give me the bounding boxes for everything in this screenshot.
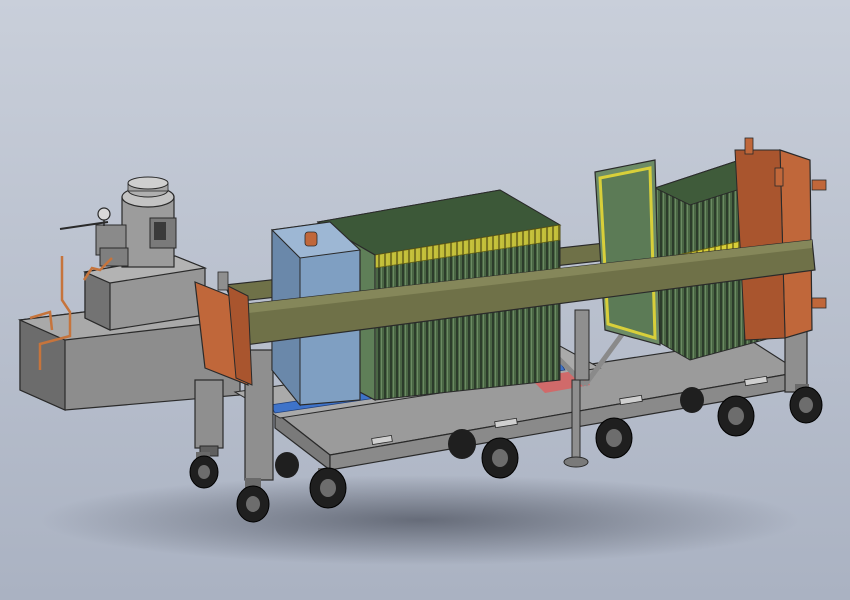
wheel <box>680 387 704 413</box>
wheel <box>595 417 633 459</box>
electric-motor <box>121 176 177 268</box>
wheel <box>275 452 299 478</box>
filter-press-illustration <box>0 0 850 600</box>
wheel <box>481 437 519 479</box>
wheel <box>309 467 347 509</box>
ground-shadow <box>40 475 800 565</box>
wheel <box>448 429 476 459</box>
wheel <box>717 395 755 437</box>
